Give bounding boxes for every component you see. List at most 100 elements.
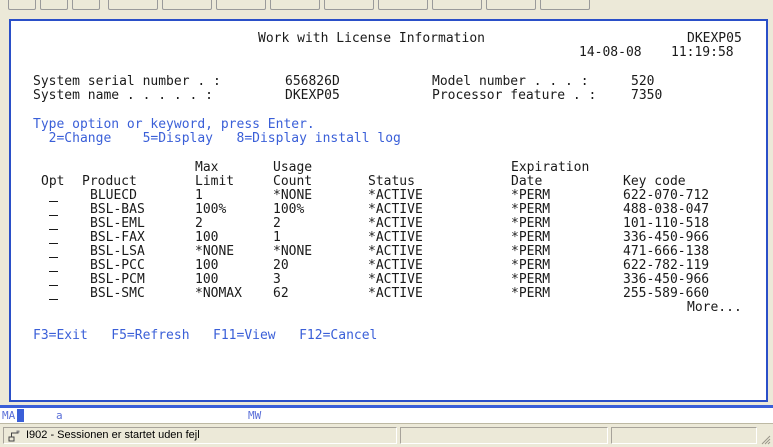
row-count: 3 — [273, 272, 281, 287]
row-status: *ACTIVE — [368, 258, 423, 273]
row-count: *NONE — [273, 244, 313, 259]
toolbar-button[interactable] — [216, 0, 266, 10]
option-input[interactable] — [49, 243, 58, 244]
row-status: *ACTIVE — [368, 244, 423, 259]
row-count: 62 — [273, 286, 289, 301]
row-key: 622-070-712 — [623, 188, 710, 203]
row-limit: *NONE — [195, 244, 235, 259]
header-count: Count — [273, 174, 313, 189]
option-input[interactable] — [49, 257, 58, 258]
sysname-value: DKEXP05 — [285, 88, 340, 103]
row-date: *PERM — [511, 230, 551, 245]
session-connect-icon — [8, 430, 20, 442]
header-opt: Opt — [41, 174, 65, 189]
header-max: Max — [195, 160, 219, 175]
toolbar-button[interactable] — [486, 0, 536, 10]
row-product: BSL-BAS — [90, 202, 145, 217]
resize-grip-icon[interactable] — [759, 433, 771, 445]
header-key: Key code — [623, 174, 686, 189]
row-limit: 1 — [195, 188, 203, 203]
status-message-panel: I902 - Sessionen er startet uden fejl — [3, 427, 397, 444]
oia-mode: MA — [2, 409, 16, 422]
serial-label: System serial number . : — [33, 74, 221, 89]
row-date: *PERM — [511, 244, 551, 259]
option-input[interactable] — [49, 215, 58, 216]
row-product: BSL-LSA — [90, 244, 145, 259]
row-key: 255-589-660 — [623, 286, 710, 301]
row-key: 336-450-966 — [623, 272, 710, 287]
row-date: *PERM — [511, 286, 551, 301]
row-key: 622-782-119 — [623, 258, 710, 273]
row-status: *ACTIVE — [368, 230, 423, 245]
instructions-text: Type option or keyword, press Enter. — [33, 117, 315, 132]
row-product: BSL-EML — [90, 216, 145, 231]
row-count: 100% — [273, 202, 305, 217]
processor-label: Processor feature . : — [432, 88, 597, 103]
toolbar-button[interactable] — [108, 0, 158, 10]
row-product: BLUECD — [90, 188, 137, 203]
sysname-label: System name . . . . . : — [33, 88, 214, 103]
row-key: 471-666-138 — [623, 244, 710, 259]
cursor-indicator — [17, 409, 24, 422]
toolbar — [0, 0, 773, 17]
row-date: *PERM — [511, 202, 551, 217]
status-message: I902 - Sessionen er startet uden fejl — [26, 429, 200, 441]
operator-info-area: MA a MW — [0, 408, 773, 423]
header-product: Product — [82, 174, 137, 189]
row-product: BSL-SMC — [90, 286, 145, 301]
serial-value: 656826D — [285, 74, 340, 89]
toolbar-button[interactable] — [540, 0, 590, 10]
row-status: *ACTIVE — [368, 202, 423, 217]
row-product: BSL-PCM — [90, 272, 145, 287]
option-input[interactable] — [49, 201, 58, 202]
row-key: 488-038-047 — [623, 202, 710, 217]
header-date: Date — [511, 174, 543, 189]
toolbar-button[interactable] — [8, 0, 36, 10]
toolbar-button[interactable] — [162, 0, 212, 10]
status-panel-3 — [611, 427, 757, 444]
option-input[interactable] — [49, 271, 58, 272]
toolbar-button[interactable] — [270, 0, 320, 10]
row-status: *ACTIVE — [368, 216, 423, 231]
oia-mw: MW — [248, 409, 262, 422]
row-status: *ACTIVE — [368, 188, 423, 203]
toolbar-button[interactable] — [324, 0, 374, 10]
toolbar-button[interactable] — [432, 0, 482, 10]
terminal-frame: Work with License Information DKEXP05 1 4… — [0, 16, 773, 408]
row-date: *PERM — [511, 188, 551, 203]
row-product: BSL-PCC — [90, 258, 145, 273]
model-label: Model number . . . : — [432, 74, 589, 89]
option-input[interactable] — [49, 285, 58, 286]
option-input[interactable] — [49, 299, 58, 300]
row-status: *ACTIVE — [368, 286, 423, 301]
row-limit: 100% — [195, 202, 227, 217]
row-key: 336-450-966 — [623, 230, 710, 245]
row-count: 2 — [273, 216, 281, 231]
header-status: Status — [368, 174, 415, 189]
row-key: 101-110-518 — [623, 216, 710, 231]
toolbar-button[interactable] — [72, 0, 100, 10]
processor-value: 7350 — [631, 88, 663, 103]
terminal-screen[interactable]: Work with License Information DKEXP05 1 4… — [9, 19, 768, 402]
toolbar-button[interactable] — [40, 0, 68, 10]
row-limit: 2 — [195, 216, 203, 231]
header-usage: Usage — [273, 160, 313, 175]
row-status: *ACTIVE — [368, 272, 423, 287]
row-limit: 100 — [195, 230, 219, 245]
header-expiration: Expiration — [511, 160, 590, 175]
status-panel-2 — [400, 427, 608, 444]
toolbar-button[interactable] — [378, 0, 428, 10]
row-date: *PERM — [511, 216, 551, 231]
row-limit: 100 — [195, 272, 219, 287]
more-indicator: More... — [687, 300, 742, 315]
screen-time: 11:19:58 — [671, 45, 734, 60]
row-count: 20 — [273, 258, 289, 273]
system-id: DKEXP05 — [687, 31, 742, 46]
status-bar: I902 - Sessionen er startet uden fejl — [0, 423, 773, 447]
option-input[interactable] — [49, 229, 58, 230]
header-limit: Limit — [195, 174, 235, 189]
row-date: *PERM — [511, 272, 551, 287]
function-keys[interactable]: F3=Exit F5=Refresh F11=View F12=Cancel — [33, 329, 377, 343]
screen-title: Work with License Information — [258, 31, 485, 46]
row-limit: 100 — [195, 258, 219, 273]
